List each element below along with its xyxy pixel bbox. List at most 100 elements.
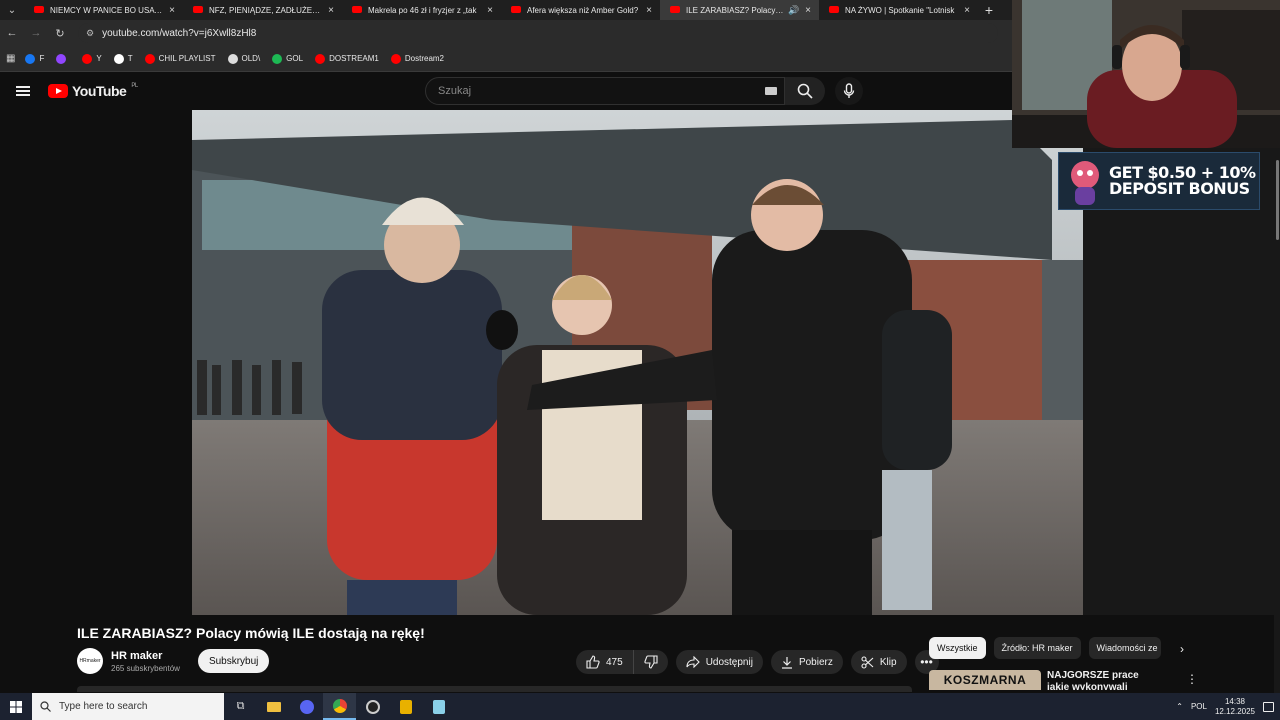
clock-date: 12.12.2025 (1214, 706, 1255, 716)
scissors-icon (861, 655, 874, 669)
like-button[interactable]: 475 (576, 650, 634, 674)
video-title: ILE ZARABIASZ? Polacy mówią ILE dostają … (77, 625, 425, 641)
taskbar-search-input[interactable]: Type here to search (32, 693, 224, 720)
microphone-icon (843, 83, 855, 98)
url-field[interactable]: ⚙ youtube.com/watch?v=j6Xwll8zHl8 (78, 23, 998, 43)
casino-bonus-banner: GET $0.50 + 10% DEPOSIT BONUS (1058, 152, 1260, 210)
kebab-menu-icon[interactable]: ⋮ (1186, 672, 1198, 686)
tab-title: NFZ, PIENIĄDZE, ZADŁUŻENIE (209, 5, 323, 15)
like-dislike-group: 475 (576, 650, 668, 674)
bookmark-label: DOSTREAM1 (329, 54, 379, 63)
close-tab-icon[interactable]: × (169, 5, 175, 16)
search-button[interactable] (785, 77, 825, 105)
browser-tab[interactable]: Makrela po 46 zł i fryzjer z „tak × (342, 0, 501, 20)
site-info-icon[interactable]: ⚙ (86, 28, 94, 39)
close-tab-icon[interactable]: × (328, 5, 334, 16)
mascot-icon (1071, 161, 1099, 205)
bookmark-item[interactable]: GOL (272, 53, 303, 64)
new-tab-button[interactable]: + (978, 2, 1000, 18)
subscribe-button[interactable]: Subskrybuj (197, 649, 270, 673)
tab-title: NA ŻYWO | Spotkanie "Lotnisk (845, 5, 955, 15)
filter-chip[interactable]: Wszystkie (929, 637, 986, 659)
back-icon[interactable]: ← (0, 27, 24, 39)
scrollbar-thumb[interactable] (1276, 160, 1279, 240)
bookmark-item[interactable]: OLD\ (227, 53, 260, 64)
youtube-favicon-icon (829, 6, 839, 13)
bookmark-favicon-icon (25, 53, 36, 64)
download-button[interactable]: Pobierz (770, 650, 843, 674)
menu-icon[interactable] (16, 86, 30, 96)
bookmark-item[interactable]: F (25, 53, 44, 64)
task-view-icon[interactable]: ⧉ (224, 693, 257, 720)
app-icon-notepad[interactable] (422, 693, 455, 720)
forward-icon[interactable]: → (24, 27, 48, 39)
channel-row: HRmaker HR maker 265 subskrybentów Subsk… (77, 648, 270, 674)
filter-chip[interactable]: Wiadomości ze (1088, 637, 1161, 659)
bookmark-item[interactable]: T (113, 53, 133, 64)
browser-tab[interactable]: NA ŻYWO | Spotkanie "Lotnisk × (819, 0, 978, 20)
clip-button[interactable]: Klip (850, 650, 907, 674)
avatar-text: HRmaker (79, 658, 101, 664)
description-box[interactable] (77, 686, 912, 692)
tab-strip: ⌄ NIEMCY W PANICE BO USA STA × NFZ, PIENIĄ… (0, 0, 1012, 20)
download-label: Pobierz (798, 656, 833, 668)
bookmark-item[interactable]: DOSTREAM1 (315, 53, 379, 64)
recommended-thumbnail[interactable]: KOSZMARNA (929, 670, 1041, 690)
channel-info: HR maker 265 subskrybentów (111, 650, 180, 673)
close-tab-icon[interactable]: × (805, 5, 811, 16)
app-icon-yellow[interactable] (389, 693, 422, 720)
apps-grid-icon[interactable]: ▦ (6, 53, 15, 64)
chevron-right-icon[interactable]: › (1172, 639, 1192, 659)
close-tab-icon[interactable]: × (964, 5, 970, 16)
tab-title: ILE ZARABIASZ? Polacy mó (686, 5, 784, 15)
bookmark-favicon-icon (272, 53, 283, 64)
browser-tab[interactable]: NIEMCY W PANICE BO USA STA × (24, 0, 183, 20)
bonus-line-2: DEPOSIT BONUS (1109, 179, 1250, 198)
recommended-thumb-text: KOSZMARNA (943, 673, 1027, 687)
speaker-icon[interactable]: 🔊 (788, 5, 799, 16)
thumbs-up-icon (586, 655, 600, 669)
browser-tab[interactable]: ILE ZARABIASZ? Polacy mó 🔊 × (660, 0, 819, 20)
bookmark-item[interactable]: Dostream2 (390, 53, 444, 64)
youtube-logo[interactable]: YouTube PL (48, 83, 138, 99)
browser-tab[interactable]: Afera większa niż Amber Gold? × (501, 0, 660, 20)
youtube-favicon-icon (511, 6, 521, 13)
language-indicator[interactable]: POL (1191, 702, 1207, 711)
bookmark-favicon-icon (227, 53, 238, 64)
dislike-button[interactable] (634, 650, 668, 674)
clock[interactable]: 14:38 12.12.2025 (1215, 697, 1255, 717)
chrome-icon[interactable] (323, 693, 356, 720)
discord-icon[interactable] (290, 693, 323, 720)
thumbs-down-icon (644, 655, 658, 669)
windows-logo-icon (10, 700, 22, 713)
close-tab-icon[interactable]: × (487, 5, 493, 16)
channel-name[interactable]: HR maker (111, 650, 180, 662)
keyboard-icon[interactable] (765, 87, 777, 95)
channel-avatar[interactable]: HRmaker (77, 648, 103, 674)
search-input[interactable]: Szukaj (425, 77, 785, 105)
bookmark-item[interactable] (56, 53, 70, 64)
notification-icon[interactable] (1263, 701, 1274, 712)
bookmark-item[interactable]: CHIL PLAYLIST (144, 53, 216, 64)
file-explorer-icon[interactable] (257, 693, 290, 720)
tab-search-chevron-icon[interactable]: ⌄ (0, 0, 24, 20)
chevron-up-icon[interactable]: ⌃ (1176, 702, 1183, 711)
video-player[interactable] (192, 110, 1083, 615)
browser-tab[interactable]: NFZ, PIENIĄDZE, ZADŁUŻENIE × (183, 0, 342, 20)
bookmark-item[interactable]: Y (82, 53, 102, 64)
webcam-image (1012, 0, 1280, 148)
obs-icon[interactable] (356, 693, 389, 720)
youtube-play-icon (48, 84, 68, 98)
reload-icon[interactable]: ↻ (48, 27, 72, 40)
recommended-video[interactable]: KOSZMARNA NAJGORSZE prace jakie wykonywa… (929, 670, 1162, 690)
voice-search-button[interactable] (835, 77, 863, 105)
tab-title: NIEMCY W PANICE BO USA STA (50, 5, 164, 15)
bookmark-favicon-icon (315, 53, 326, 64)
recommended-title[interactable]: NAJGORSZE prace jakie wykonywali Polacy? (1047, 670, 1162, 690)
search-icon (797, 83, 813, 99)
bookmark-favicon-icon (390, 53, 401, 64)
share-button[interactable]: Udostępnij (675, 650, 763, 674)
filter-chip[interactable]: Źródło: HR maker (993, 637, 1081, 659)
close-tab-icon[interactable]: × (646, 5, 652, 16)
start-button[interactable] (0, 693, 32, 720)
